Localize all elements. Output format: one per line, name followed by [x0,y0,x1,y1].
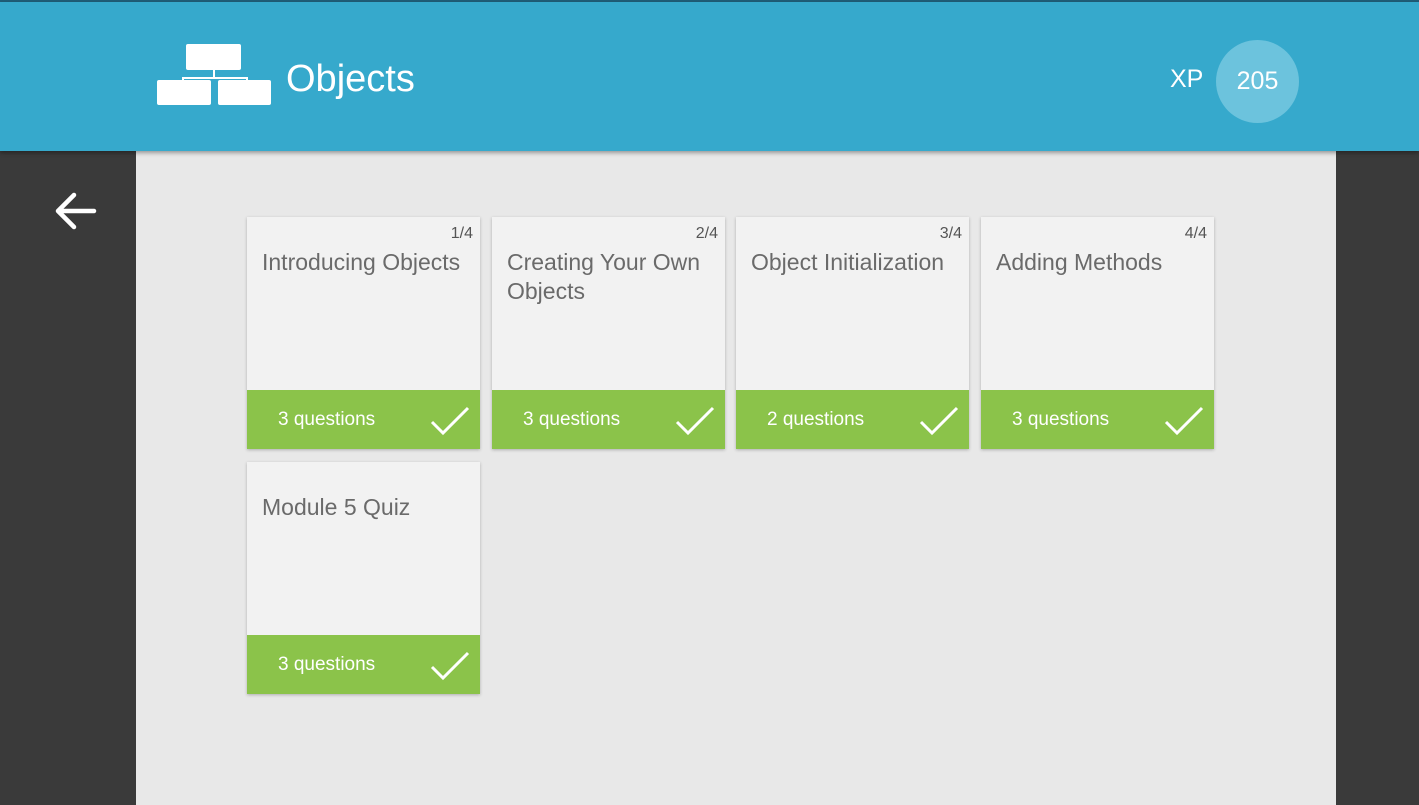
module-structure-icon [157,44,271,105]
checkmark-icon [1164,406,1204,436]
lesson-footer-completed: 3 questions [492,390,725,449]
lesson-card-2[interactable]: 2/4 Creating Your Own Objects 3 question… [492,217,725,449]
checkmark-icon [675,406,715,436]
lesson-title: Introducing Objects [262,249,461,275]
app-header: Objects XP 205 [0,2,1419,151]
lesson-index: 3/4 [939,225,962,242]
checkmark-icon [430,406,470,436]
quiz-footer-completed: 3 questions [247,635,480,694]
lesson-card-3[interactable]: 3/4 Object Initialization 2 questions [736,217,969,449]
arrow-left-icon [55,192,97,230]
lesson-index: 2/4 [695,225,718,242]
xp-label: XP [1170,65,1204,93]
lesson-card-4[interactable]: 4/4 Adding Methods 3 questions [981,217,1214,449]
question-count: 2 questions [767,409,865,430]
lesson-index: 4/4 [1184,225,1207,242]
page-title: Objects [286,58,415,100]
back-button[interactable] [50,188,102,234]
lesson-footer-completed: 3 questions [981,390,1214,449]
lesson-footer-completed: 3 questions [247,390,480,449]
question-count: 3 questions [278,409,376,430]
xp-badge: 205 [1216,40,1299,123]
question-count: 3 questions [523,409,621,430]
lesson-index: 1/4 [450,225,473,242]
lesson-grid: 1/4 Introducing Objects 3 questions 2/4 … [136,151,1336,805]
checkmark-icon [919,406,959,436]
question-count: 3 questions [278,654,376,675]
lesson-card-1[interactable]: 1/4 Introducing Objects 3 questions [247,217,480,449]
lesson-footer-completed: 2 questions [736,390,969,449]
quiz-card[interactable]: Module 5 Quiz 3 questions [247,462,480,694]
lesson-title: Object Initialization [751,249,945,275]
checkmark-icon [430,651,470,681]
lesson-title: Adding Methods [996,249,1163,275]
question-count: 3 questions [1012,409,1110,430]
lesson-title: Creating Your Own Objects [507,249,701,304]
quiz-title: Module 5 Quiz [262,494,411,520]
